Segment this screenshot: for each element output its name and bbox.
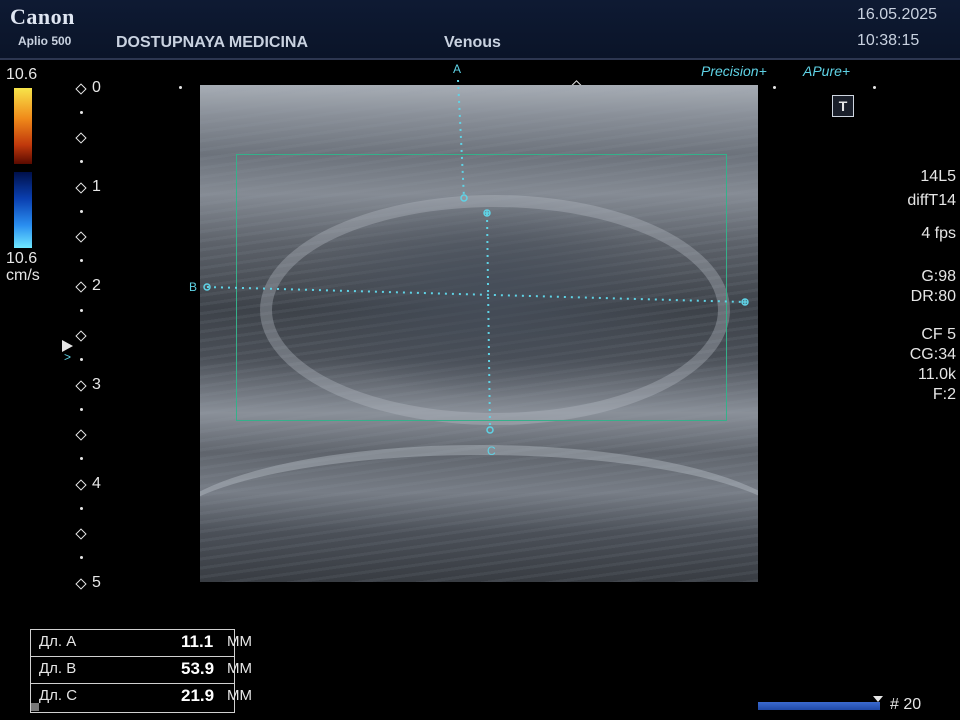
caliper-label-c: C — [487, 444, 496, 458]
filter-param: F:2 — [932, 386, 956, 403]
measurement-row[interactable]: Дл. С 21.9 MM — [31, 684, 252, 710]
caliper-overlay — [203, 79, 749, 434]
apure-badge: APure+ — [803, 63, 851, 79]
measurement-value: 11.1 — [181, 632, 214, 651]
color-frequency-param: CF 5 — [921, 326, 956, 343]
measurement-unit: MM — [227, 660, 252, 677]
caliper-label-a: A — [453, 62, 462, 76]
measurement-row[interactable]: Дл. В 53.9 MM — [31, 657, 252, 684]
measurement-label: Дл. В — [39, 660, 77, 677]
mode-param: diffT14 — [907, 192, 956, 209]
cine-position-marker-icon[interactable] — [873, 696, 883, 702]
measurement-row[interactable]: Дл. А 11.1 MM — [31, 630, 252, 657]
measurement-value: 21.9 — [181, 686, 215, 705]
prf-param: 11.0k — [918, 366, 956, 383]
cine-progress-bar[interactable] — [758, 702, 880, 710]
measurement-table: Дл. А 11.1 MM Дл. В 53.9 MM Дл. С 21.9 M… — [30, 629, 252, 713]
gain-param: G:98 — [921, 268, 956, 285]
measurement-value: 53.9 — [181, 659, 215, 678]
t-button[interactable]: T — [832, 95, 854, 117]
measurement-label: Дл. А — [39, 633, 77, 650]
caliper-label-b: B — [189, 280, 198, 294]
caliper-line-a — [457, 79, 465, 199]
measurement-label: Дл. С — [39, 687, 78, 704]
fps-param: 4 fps — [921, 225, 956, 242]
measurement-unit: MM — [227, 633, 252, 650]
measurement-unit: MM — [227, 687, 252, 704]
caliper-line-c — [486, 212, 491, 431]
precision-badge: Precision+ — [701, 63, 767, 79]
color-gain-param: CG:34 — [909, 346, 956, 363]
frame-number: # 20 — [890, 696, 922, 713]
probe-param: 14L5 — [920, 168, 956, 185]
caliper-line-b — [206, 286, 746, 303]
corner-marker — [31, 703, 39, 711]
dynamic-range-param: DR:80 — [910, 288, 956, 305]
caliper-point-a — [460, 194, 468, 202]
